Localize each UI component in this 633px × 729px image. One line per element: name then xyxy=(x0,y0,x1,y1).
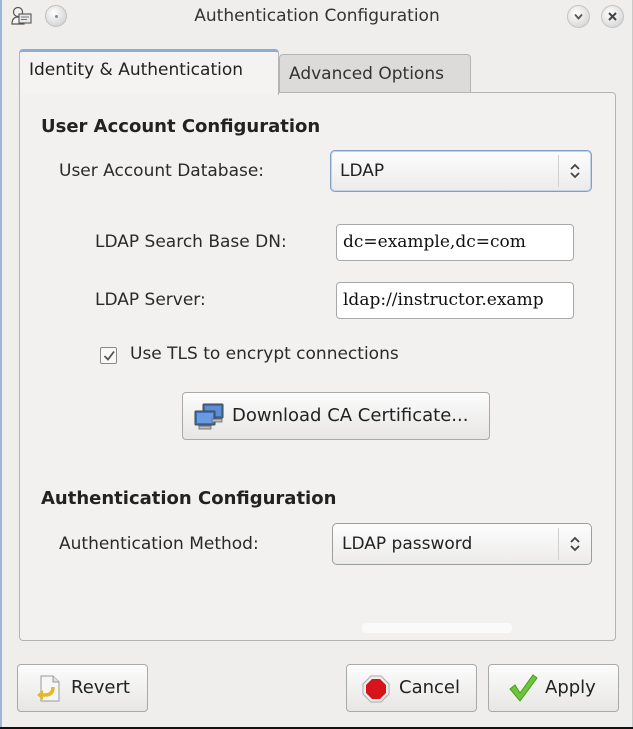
revert-button[interactable]: Revert xyxy=(17,664,148,712)
minimize-button[interactable] xyxy=(567,5,590,28)
download-ca-certificate-label: Download CA Certificate... xyxy=(232,405,469,426)
checkmark-icon xyxy=(103,350,115,361)
ldap-search-base-label: LDAP Search Base DN: xyxy=(95,232,287,252)
apply-button[interactable]: Apply xyxy=(488,664,619,712)
revert-icon xyxy=(37,675,60,702)
close-icon xyxy=(608,12,617,21)
authentication-section-title: Authentication Configuration xyxy=(41,488,337,509)
user-account-database-label: User Account Database: xyxy=(59,161,265,181)
download-ca-certificate-button[interactable]: Download CA Certificate... xyxy=(182,392,490,440)
apply-label: Apply xyxy=(545,677,596,698)
chevron-down-icon xyxy=(574,13,583,20)
tab-label: Advanced Options xyxy=(289,64,444,84)
tab-label: Identity & Authentication xyxy=(29,60,244,80)
user-account-section-title: User Account Configuration xyxy=(41,116,321,137)
panel-artifact xyxy=(362,623,512,633)
checkmark-icon xyxy=(509,674,538,702)
stop-icon xyxy=(362,675,390,703)
combo-separator xyxy=(558,155,559,187)
revert-label: Revert xyxy=(71,677,130,698)
close-button[interactable] xyxy=(601,5,624,28)
tab-identity-authentication[interactable]: Identity & Authentication xyxy=(19,49,279,95)
ldap-search-base-input[interactable]: dc=example,dc=com xyxy=(336,224,574,261)
cancel-button[interactable]: Cancel xyxy=(346,664,477,712)
ldap-server-input[interactable]: ldap://instructor.examp xyxy=(336,282,574,319)
auth-config-window: Authentication Configuration Identity & … xyxy=(0,0,633,727)
ldap-server-label: LDAP Server: xyxy=(95,290,206,310)
user-account-database-value: LDAP xyxy=(340,161,385,181)
use-tls-checkbox[interactable] xyxy=(100,347,117,364)
authentication-method-label: Authentication Method: xyxy=(59,534,259,554)
up-down-arrows-icon xyxy=(570,163,580,179)
window-title: Authentication Configuration xyxy=(194,6,440,26)
tab-advanced-options[interactable]: Advanced Options xyxy=(279,54,471,96)
authentication-method-select[interactable]: LDAP password xyxy=(332,523,592,565)
user-account-database-select[interactable]: LDAP xyxy=(330,150,592,192)
title-bar[interactable]: Authentication Configuration xyxy=(2,0,632,34)
combo-separator xyxy=(558,528,559,560)
network-computers-icon xyxy=(194,403,224,430)
cancel-label: Cancel xyxy=(399,677,460,698)
up-down-arrows-icon xyxy=(570,536,580,552)
use-tls-label: Use TLS to encrypt connections xyxy=(130,344,399,364)
authentication-method-value: LDAP password xyxy=(342,534,473,554)
